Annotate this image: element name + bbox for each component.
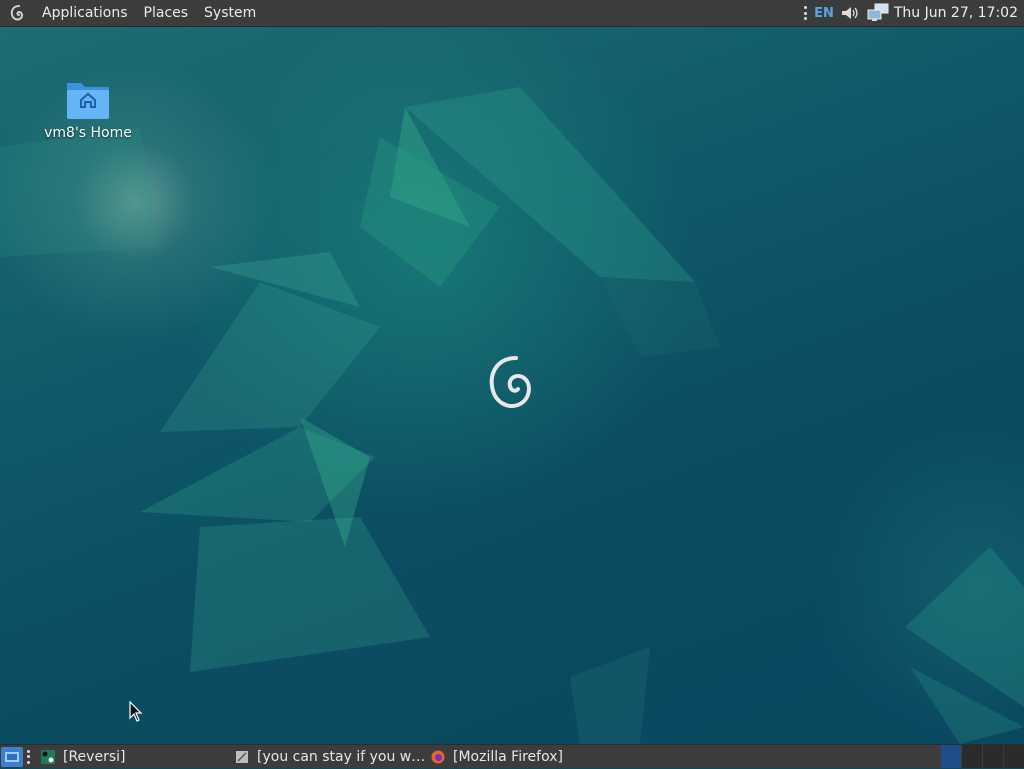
keyboard-language-indicator[interactable]: EN: [814, 6, 834, 21]
status-area: EN Thu Jun 27, 17:02: [798, 0, 1024, 27]
bottom-panel: [Reversi] [you can stay if you w… [Mozil…: [0, 744, 1024, 768]
mouse-cursor-icon: [129, 701, 143, 722]
taskbar-item-reversi[interactable]: [Reversi]: [35, 745, 229, 769]
home-folder-label: vm8's Home: [44, 125, 132, 141]
text-editor-icon: [235, 750, 249, 764]
taskbar-item-firefox[interactable]: [Mozilla Firefox]: [425, 745, 637, 769]
show-desktop-button[interactable]: [1, 746, 23, 767]
taskbar-item-label: [Mozilla Firefox]: [453, 748, 563, 765]
reversi-icon: [41, 749, 55, 764]
applications-menu[interactable]: Applications: [34, 0, 136, 27]
debian-swirl-logo: [489, 356, 531, 408]
firefox-icon: [431, 750, 445, 764]
overflow-dots-icon[interactable]: [804, 6, 808, 20]
taskbar-item-label: [you can stay if you w…: [257, 748, 425, 765]
taskbar-handle-icon[interactable]: [27, 749, 31, 764]
workspace-3[interactable]: [982, 744, 1003, 768]
system-menu[interactable]: System: [196, 0, 264, 27]
desktop-background[interactable]: vm8's Home: [0, 27, 1024, 744]
workspace-4[interactable]: [1003, 744, 1024, 768]
network-icon[interactable]: [866, 3, 890, 23]
taskbar-item-label: [Reversi]: [63, 748, 126, 765]
places-menu[interactable]: Places: [136, 0, 197, 27]
debian-logo-icon[interactable]: [8, 3, 28, 23]
taskbar-item-text-editor[interactable]: [you can stay if you w…: [229, 745, 425, 769]
home-folder-icon: [65, 77, 111, 121]
workspace-switcher: [940, 744, 1024, 769]
workspace-1[interactable]: [940, 744, 961, 768]
top-panel: Applications Places System EN Thu Jun 27…: [0, 0, 1024, 27]
volume-icon[interactable]: [840, 5, 860, 21]
clock[interactable]: Thu Jun 27, 17:02: [894, 5, 1018, 21]
home-folder-shortcut[interactable]: vm8's Home: [40, 77, 136, 141]
workspace-2[interactable]: [961, 744, 982, 768]
